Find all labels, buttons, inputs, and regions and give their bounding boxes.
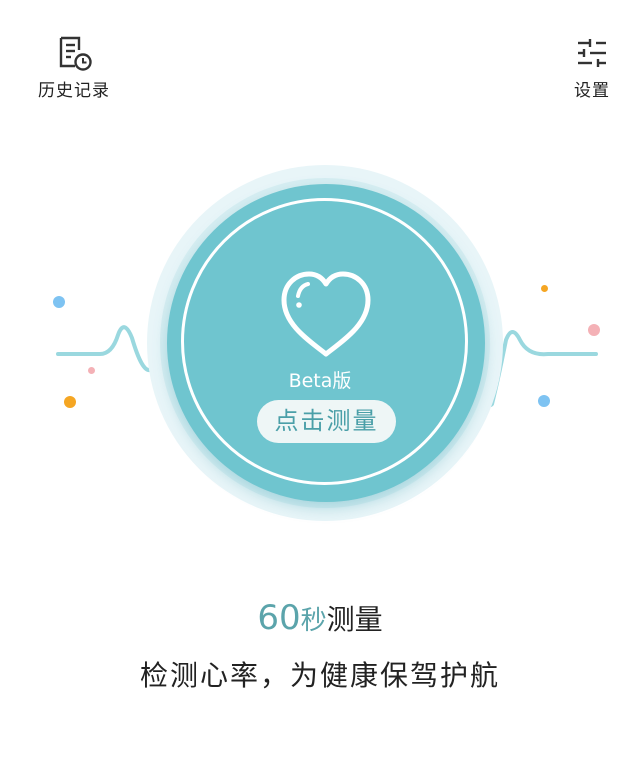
seconds-unit: 秒 [300,606,327,636]
measure-word: 测量 [326,603,383,636]
decor-dot [538,395,550,407]
seconds-number: 60 [257,598,301,638]
decor-dot [64,396,76,408]
decor-dot [588,324,600,336]
decor-dot [53,296,65,308]
beta-label: Beta版 [288,370,352,392]
decor-dot [541,285,548,292]
tagline: 检测心率，为健康保驾护航 [139,659,500,692]
heart-icon [281,271,371,357]
measure-duration-caption: 60秒测量 [0,598,640,638]
start-measure-button[interactable]: 点击测量 [257,400,396,443]
